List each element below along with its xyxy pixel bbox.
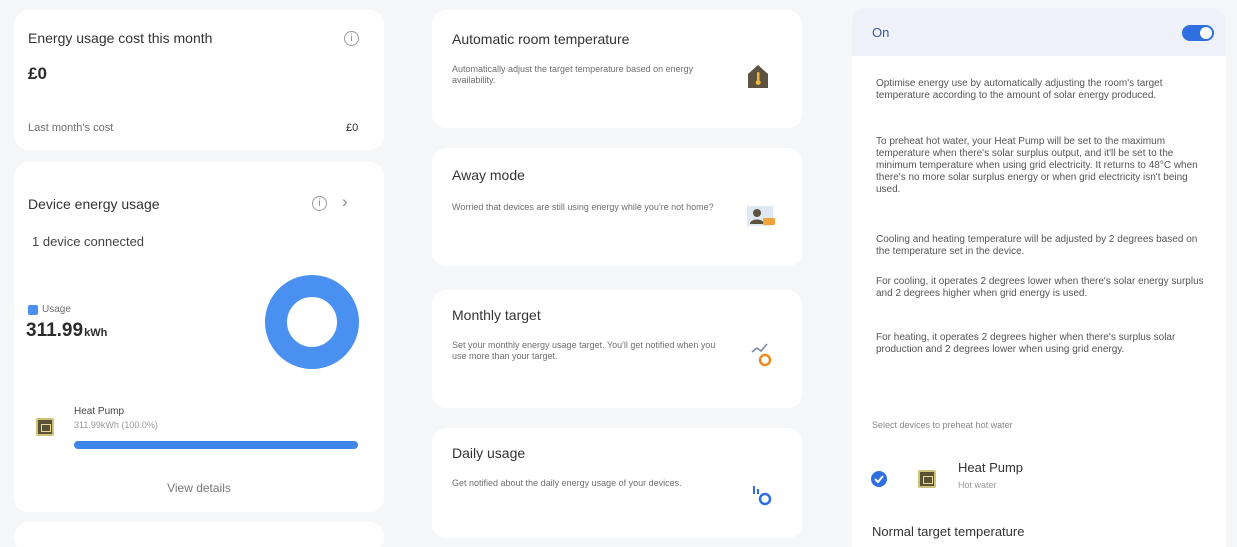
normal-target-temperature-label: Normal target temperature <box>872 524 1025 539</box>
feature-title: Daily usage <box>452 445 526 461</box>
feature-title: Away mode <box>452 167 525 183</box>
device-energy-title: Device energy usage <box>28 196 160 212</box>
feature-toggle[interactable] <box>1182 25 1214 41</box>
device-energy-card: Device energy usage i › 1 device connect… <box>14 162 384 512</box>
automatic-room-temperature-detail: On Optimise energy use by automatically … <box>852 8 1226 547</box>
selected-device-sub: Hot water <box>958 480 997 490</box>
detail-paragraph: Optimise energy use by automatically adj… <box>876 78 1163 101</box>
total-usage-unit: kWh <box>84 327 108 339</box>
feature-description: Automatically adjust the target temperat… <box>452 64 694 85</box>
heat-pump-icon <box>36 418 54 436</box>
device-usage-detail: 311.99kWh (100.0%) <box>74 420 158 430</box>
detail-paragraph: To preheat hot water, your Heat Pump wil… <box>876 136 1198 195</box>
chevron-right-icon[interactable]: › <box>342 192 348 212</box>
detail-paragraph: For heating, it operates 2 degrees highe… <box>876 332 1176 355</box>
detail-paragraph: Cooling and heating temperature will be … <box>876 234 1198 257</box>
legend-label: Usage <box>42 304 71 315</box>
last-month-value: £0 <box>346 122 359 134</box>
feature-title: Automatic room temperature <box>452 31 630 47</box>
device-usage-bar-fill <box>74 441 358 449</box>
view-details-link[interactable]: View details <box>14 481 384 495</box>
feature-description: Worried that devices are still using ene… <box>452 202 714 212</box>
feature-description: Set your monthly energy usage target. Yo… <box>452 340 716 361</box>
device-name: Heat Pump <box>74 406 125 417</box>
devices-connected-text: 1 device connected <box>32 234 145 249</box>
feature-title: Monthly target <box>452 307 541 323</box>
daily-chart-icon <box>753 486 772 506</box>
selected-device-name: Heat Pump <box>958 460 1024 475</box>
donut-usage-arc <box>265 275 359 369</box>
detail-paragraph: For cooling, it operates 2 degrees lower… <box>876 276 1204 299</box>
info-icon[interactable]: i <box>312 196 327 211</box>
feature-description: Get notified about the daily energy usag… <box>452 478 682 488</box>
usage-legend: Usage <box>28 303 71 316</box>
monthly-target-card[interactable]: Monthly target Set your monthly energy u… <box>432 290 802 408</box>
next-card-partial <box>14 522 384 547</box>
total-usage-value: 311.99 <box>26 320 84 341</box>
heat-pump-icon <box>918 470 936 488</box>
energy-cost-title: Energy usage cost this month <box>28 30 213 46</box>
target-chart-icon <box>751 343 772 367</box>
usage-donut-chart <box>265 275 359 369</box>
on-label: On <box>872 25 890 40</box>
checkbox-checked-icon[interactable] <box>870 470 888 488</box>
daily-usage-card[interactable]: Daily usage Get notified about the daily… <box>432 428 802 538</box>
automatic-room-temperature-card[interactable]: Automatic room temperature Automatically… <box>432 10 802 128</box>
energy-cost-card: Energy usage cost this month i £0 Last m… <box>14 10 384 150</box>
info-icon[interactable]: i <box>344 31 359 46</box>
legend-swatch <box>28 304 38 315</box>
select-devices-label: Select devices to preheat hot water <box>872 420 1013 430</box>
on-header: On <box>852 8 1226 56</box>
total-usage: 311.99 kWh <box>26 320 107 342</box>
device-usage-bar-track <box>74 441 358 449</box>
energy-cost-value: £0 <box>28 64 47 83</box>
last-month-label: Last month's cost <box>28 122 114 134</box>
away-person-icon <box>747 206 775 226</box>
away-mode-card[interactable]: Away mode Worried that devices are still… <box>432 148 802 266</box>
house-thermometer-icon <box>748 65 768 88</box>
